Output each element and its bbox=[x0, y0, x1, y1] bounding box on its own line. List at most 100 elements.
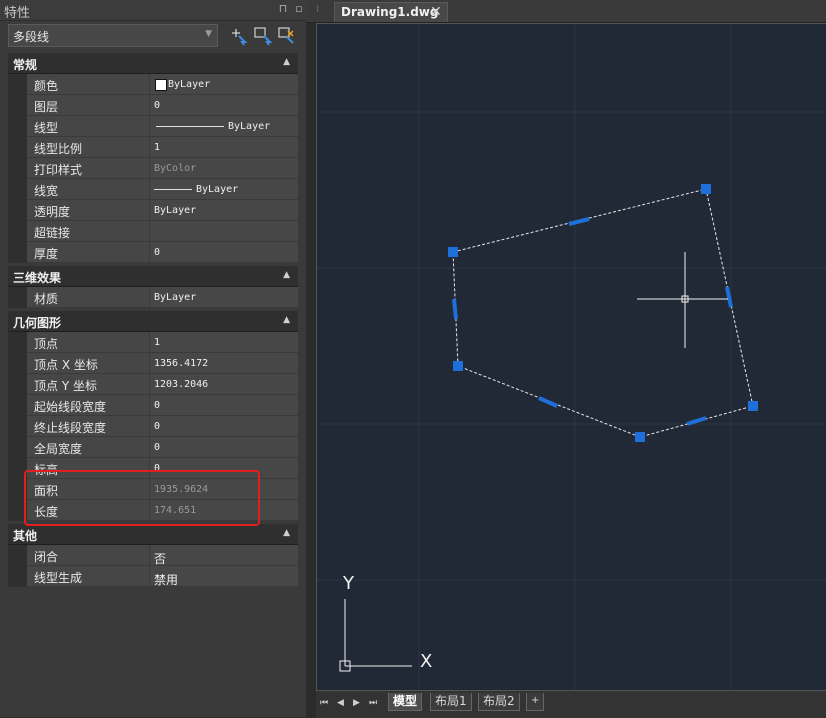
property-row-closed[interactable]: 闭合 否 bbox=[8, 545, 298, 566]
section-title: 常规 bbox=[13, 58, 38, 72]
grid bbox=[317, 24, 826, 690]
section-title: 三维效果 bbox=[13, 271, 62, 285]
property-row-vertex-y[interactable]: 顶点 Y 坐标 1203.2046 bbox=[8, 374, 298, 395]
last-tab-icon[interactable]: ⏭ bbox=[369, 698, 377, 708]
property-name: 透明度 bbox=[34, 205, 71, 219]
property-value: 1203.2046 bbox=[154, 379, 209, 390]
property-value: ByLayer bbox=[168, 79, 211, 90]
property-name: 顶点 Y 坐标 bbox=[34, 379, 97, 393]
property-name: 超链接 bbox=[34, 226, 71, 240]
property-value: ByLayer bbox=[196, 184, 239, 195]
close-icon[interactable]: ▫ bbox=[292, 2, 306, 16]
property-value: 禁用 bbox=[154, 573, 179, 587]
panel-header: 特性 ⊓ ▫ bbox=[0, 0, 306, 21]
section-geometry[interactable]: 几何图形 ▲ bbox=[8, 311, 298, 332]
property-name: 顶点 bbox=[34, 337, 59, 351]
tab-label: Drawing1.dwg bbox=[341, 5, 439, 19]
object-type-value: 多段线 bbox=[13, 30, 50, 44]
add-layout-button[interactable]: + bbox=[526, 693, 545, 711]
lineweight-preview bbox=[154, 189, 192, 190]
property-value: 1 bbox=[154, 142, 161, 153]
property-name: 线型比例 bbox=[34, 142, 83, 156]
property-name: 顶点 X 坐标 bbox=[34, 358, 98, 372]
close-icon[interactable]: ✕ bbox=[430, 4, 442, 20]
linetype-preview bbox=[156, 126, 224, 127]
prev-tab-icon[interactable]: ◀ bbox=[337, 698, 344, 708]
property-name: 图层 bbox=[34, 100, 59, 114]
property-row-transparency[interactable]: 透明度 ByLayer bbox=[8, 200, 298, 221]
property-value: 0 bbox=[154, 400, 161, 411]
section-title: 几何图形 bbox=[13, 316, 62, 330]
property-name: 终止线段宽度 bbox=[34, 421, 107, 435]
property-row-lineweight[interactable]: 线宽 ByLayer bbox=[8, 179, 298, 200]
drawing-canvas[interactable]: Y X bbox=[316, 23, 826, 690]
vertex-grips[interactable] bbox=[448, 184, 758, 442]
property-name: 线型 bbox=[34, 121, 59, 135]
tab-scroll-icon: ⁞ bbox=[316, 4, 320, 15]
property-name: 线型生成 bbox=[34, 571, 83, 585]
collapse-icon[interactable]: ▲ bbox=[283, 270, 290, 280]
property-row-start-width[interactable]: 起始线段宽度 0 bbox=[8, 395, 298, 416]
property-row-vertex[interactable]: 顶点 1 bbox=[8, 332, 298, 353]
property-value: 1 bbox=[154, 337, 161, 348]
quick-select-icon[interactable] bbox=[228, 25, 250, 47]
object-type-dropdown[interactable]: 多段线 ▼ bbox=[8, 24, 218, 47]
tab-model[interactable]: 模型 bbox=[388, 693, 423, 711]
property-name: 材质 bbox=[34, 292, 59, 306]
property-value: 0 bbox=[154, 442, 161, 453]
section-general[interactable]: 常规 ▲ bbox=[8, 53, 298, 74]
collapse-icon[interactable]: ▲ bbox=[283, 315, 290, 325]
property-value: ByLayer bbox=[154, 205, 197, 216]
section-title: 其他 bbox=[13, 529, 38, 543]
document-tab-bar: ⁞ Drawing1.dwg ✕ bbox=[306, 0, 826, 23]
ucs-icon bbox=[339, 599, 412, 672]
property-value: 0 bbox=[154, 247, 161, 258]
next-tab-icon[interactable]: ▶ bbox=[353, 698, 360, 708]
property-value: 0 bbox=[154, 100, 161, 111]
property-row-layer[interactable]: 图层 0 bbox=[8, 95, 298, 116]
property-row-color[interactable]: 颜色 ByLayer bbox=[8, 74, 298, 95]
select-objects-icon[interactable] bbox=[252, 25, 274, 47]
tab-drawing1[interactable]: Drawing1.dwg ✕ bbox=[334, 2, 448, 22]
property-value: ByLayer bbox=[154, 292, 197, 303]
panel-title: 特性 bbox=[4, 6, 31, 21]
midpoint-grips[interactable] bbox=[452, 217, 733, 426]
tab-layout2[interactable]: 布局2 bbox=[478, 693, 520, 711]
layout-tab-bar: ⏮ ◀ ▶ ⏭ 模型 布局1 布局2 + bbox=[316, 690, 826, 718]
highlight-box bbox=[24, 470, 260, 526]
chevron-down-icon: ▼ bbox=[205, 29, 212, 39]
property-name: 起始线段宽度 bbox=[34, 400, 107, 414]
property-value: 0 bbox=[154, 421, 161, 432]
tab-layout1[interactable]: 布局1 bbox=[430, 693, 472, 711]
toggle-pickadd-icon[interactable] bbox=[276, 25, 298, 47]
property-row-linetype-generation[interactable]: 线型生成 禁用 bbox=[8, 566, 298, 587]
property-row-linetype[interactable]: 线型 ByLayer bbox=[8, 116, 298, 137]
collapse-icon[interactable]: ▲ bbox=[283, 528, 290, 538]
section-misc[interactable]: 其他 ▲ bbox=[8, 524, 298, 545]
property-value: ByLayer bbox=[228, 121, 271, 132]
pin-icon[interactable]: ⊓ bbox=[276, 2, 290, 16]
first-tab-icon[interactable]: ⏮ bbox=[320, 698, 328, 708]
property-name: 厚度 bbox=[34, 247, 59, 261]
section-3d[interactable]: 三维效果 ▲ bbox=[8, 266, 298, 287]
properties-panel: 特性 ⊓ ▫ 多段线 ▼ 常规 ▲ 颜色 ByLayer 图层 0 线型 ByL… bbox=[0, 0, 306, 717]
ucs-y-label: Y bbox=[342, 573, 355, 594]
property-row-vertex-x[interactable]: 顶点 X 坐标 1356.4172 bbox=[8, 353, 298, 374]
crosshair-cursor bbox=[637, 252, 728, 348]
property-row-hyperlink[interactable]: 超链接 bbox=[8, 221, 298, 242]
canvas-svg[interactable]: Y X bbox=[317, 24, 826, 690]
property-row-material[interactable]: 材质 ByLayer bbox=[8, 287, 298, 308]
property-row-linetype-scale[interactable]: 线型比例 1 bbox=[8, 137, 298, 158]
property-row-thickness[interactable]: 厚度 0 bbox=[8, 242, 298, 263]
polyline[interactable] bbox=[452, 188, 754, 438]
property-row-global-width[interactable]: 全局宽度 0 bbox=[8, 437, 298, 458]
color-swatch bbox=[155, 79, 167, 91]
ucs-x-label: X bbox=[420, 651, 432, 672]
collapse-icon[interactable]: ▲ bbox=[283, 57, 290, 67]
property-value: 否 bbox=[154, 552, 167, 566]
property-row-end-width[interactable]: 终止线段宽度 0 bbox=[8, 416, 298, 437]
property-name: 全局宽度 bbox=[34, 442, 83, 456]
property-name: 颜色 bbox=[34, 79, 59, 93]
property-row-plot-style[interactable]: 打印样式 ByColor bbox=[8, 158, 298, 179]
property-value: ByColor bbox=[154, 163, 197, 174]
